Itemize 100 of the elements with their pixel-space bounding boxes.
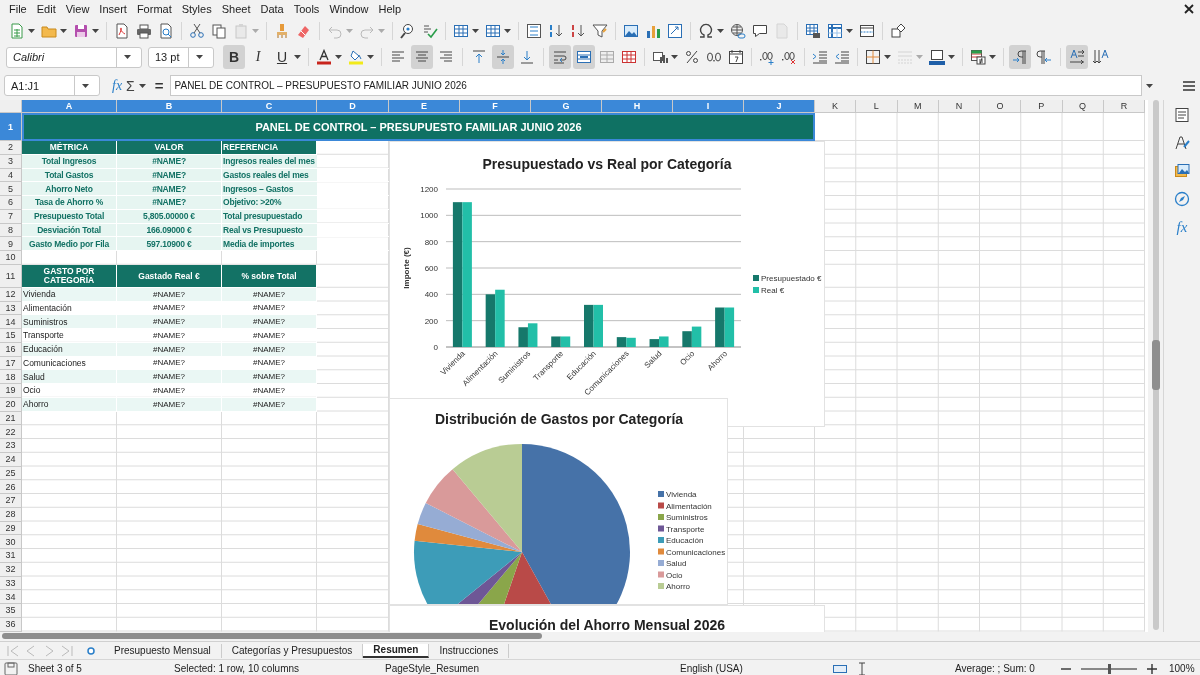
print-area-icon[interactable]	[805, 22, 821, 39]
sum-button[interactable]: Σ	[126, 77, 135, 94]
menu-item[interactable]: Insert	[94, 3, 132, 15]
row-header[interactable]: 22	[0, 425, 22, 439]
font-name-field[interactable]: Calibri	[6, 46, 142, 68]
menu-item[interactable]: Window	[324, 3, 374, 15]
italic-button[interactable]: I	[247, 45, 269, 69]
row-header[interactable]: 19	[0, 384, 22, 398]
caret-icon[interactable]	[60, 28, 67, 33]
column-header[interactable]: B	[117, 100, 222, 113]
row-header[interactable]: 10	[0, 251, 22, 265]
omega-icon[interactable]	[698, 22, 714, 39]
row-header[interactable]: 5	[0, 182, 22, 196]
row-header[interactable]: 18	[0, 370, 22, 384]
filter-icon[interactable]	[592, 22, 608, 39]
column-header[interactable]: N	[938, 100, 980, 113]
sheet-tab[interactable]: Instrucciones	[429, 643, 510, 658]
pivot-table-icon[interactable]	[667, 22, 683, 39]
sort-icon[interactable]	[526, 22, 542, 39]
row-header[interactable]: 34	[0, 590, 22, 604]
split-window-icon[interactable]	[859, 22, 875, 39]
menu-item[interactable]: Sheet	[216, 3, 256, 15]
row-header[interactable]: 26	[0, 480, 22, 494]
table-grid-icon[interactable]	[621, 49, 637, 65]
printer-icon[interactable]	[136, 22, 152, 39]
formula-button[interactable]: =	[154, 77, 164, 94]
column-header[interactable]: M	[897, 100, 939, 113]
properties-icon[interactable]	[1174, 107, 1190, 123]
scrollbar-thumb[interactable]	[1152, 340, 1160, 390]
scissors-icon[interactable]	[189, 22, 205, 39]
sort-ascending-icon[interactable]	[548, 22, 564, 39]
underline-button[interactable]: U	[271, 45, 293, 69]
caret-icon[interactable]	[472, 28, 479, 33]
caret-icon[interactable]	[335, 55, 342, 59]
caret-icon[interactable]	[92, 28, 99, 33]
menu-item[interactable]: Edit	[31, 3, 61, 15]
add-decimal-icon[interactable]	[759, 49, 775, 65]
column-header[interactable]: L	[856, 100, 898, 113]
row-header[interactable]: 2	[0, 141, 22, 155]
globe-link-icon[interactable]	[730, 22, 746, 39]
column-header[interactable]: G	[531, 100, 602, 113]
caret-icon[interactable]	[1145, 83, 1153, 88]
column-header[interactable]: R	[1103, 100, 1145, 113]
merge-center-button[interactable]	[573, 45, 595, 69]
row-header[interactable]: 23	[0, 439, 22, 453]
caret-icon[interactable]	[846, 28, 853, 33]
row-header[interactable]: 9	[0, 237, 22, 251]
caret-icon[interactable]	[124, 55, 131, 59]
row-header[interactable]: 27	[0, 494, 22, 508]
row-header[interactable]: 1	[0, 113, 22, 141]
bold-button[interactable]: B	[223, 45, 245, 69]
caret-icon[interactable]	[138, 83, 146, 88]
menu-item[interactable]: Format	[131, 3, 177, 15]
column-header[interactable]: E	[389, 100, 460, 113]
column-header[interactable]: Q	[1062, 100, 1104, 113]
column-header[interactable]: F	[460, 100, 531, 113]
row-header[interactable]: 31	[0, 549, 22, 563]
name-box[interactable]: A1:J1	[4, 75, 100, 96]
decimal-icon[interactable]	[706, 49, 722, 65]
document-icon[interactable]	[3, 660, 19, 675]
copy-icon[interactable]	[211, 22, 227, 39]
styles-icon[interactable]	[1174, 135, 1190, 151]
caret-icon[interactable]	[82, 83, 89, 88]
border-color-icon[interactable]	[929, 49, 945, 65]
menu-item[interactable]: Tools	[288, 3, 325, 15]
save-icon[interactable]	[73, 22, 89, 39]
comment-icon[interactable]	[752, 22, 768, 39]
conditional-format-icon[interactable]	[970, 49, 986, 65]
scrollbar-thumb[interactable]	[2, 633, 542, 639]
column-header[interactable]: P	[1021, 100, 1063, 113]
menu-item[interactable]: Data	[255, 3, 289, 15]
caret-icon[interactable]	[989, 55, 996, 59]
column-header[interactable]: C	[222, 100, 317, 113]
column-header[interactable]: K	[815, 100, 857, 113]
font-color-icon[interactable]	[316, 49, 332, 65]
caret-icon[interactable]	[717, 28, 724, 33]
paragraph-ltr-button[interactable]	[1009, 45, 1031, 69]
menu-item[interactable]: Help	[373, 3, 407, 15]
table-grid-icon[interactable]	[453, 22, 469, 39]
shapes-icon[interactable]	[890, 22, 906, 39]
menu-item[interactable]: View	[60, 3, 95, 15]
pdf-icon[interactable]	[114, 22, 130, 39]
font-size-field[interactable]: 13 pt	[148, 46, 214, 68]
navigator-icon[interactable]	[1174, 191, 1190, 207]
freeze-panes-icon[interactable]	[827, 22, 843, 39]
number-format-icon[interactable]	[652, 49, 668, 65]
function-wizard-button[interactable]: fx	[112, 77, 123, 94]
caret-icon[interactable]	[367, 55, 374, 59]
formula-input[interactable]: PANEL DE CONTROL – PRESUPUESTO FAMILIAR JUNIO 2026	[169, 75, 1142, 96]
text-ltr-button[interactable]	[1066, 45, 1088, 69]
functions-button[interactable]: fx	[1176, 219, 1188, 236]
column-header[interactable]: J	[744, 100, 815, 113]
calendar-icon[interactable]	[728, 49, 744, 65]
menu-item[interactable]: Styles	[176, 3, 217, 15]
column-header[interactable]: D	[317, 100, 389, 113]
row-header[interactable]: 11	[0, 264, 22, 288]
caret-icon[interactable]	[884, 55, 891, 59]
menu-item[interactable]: File	[4, 3, 32, 15]
row-header[interactable]: 6	[0, 196, 22, 210]
percent-icon[interactable]	[684, 49, 700, 65]
